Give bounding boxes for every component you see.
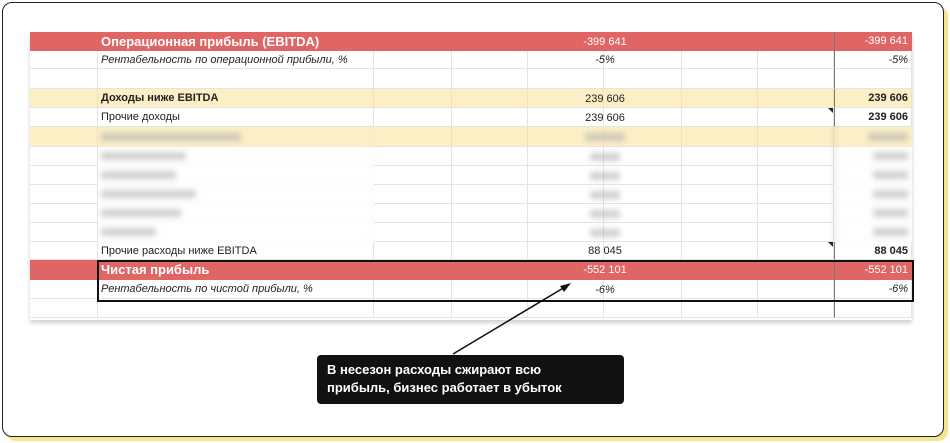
callout-line-1: В несезон расходы сжирают всю <box>327 362 542 377</box>
callout-line-2: прибыль, бизнес работает в убыток <box>327 380 562 395</box>
annotation-callout: В несезон расходы сжирают всю прибыль, б… <box>317 355 624 404</box>
